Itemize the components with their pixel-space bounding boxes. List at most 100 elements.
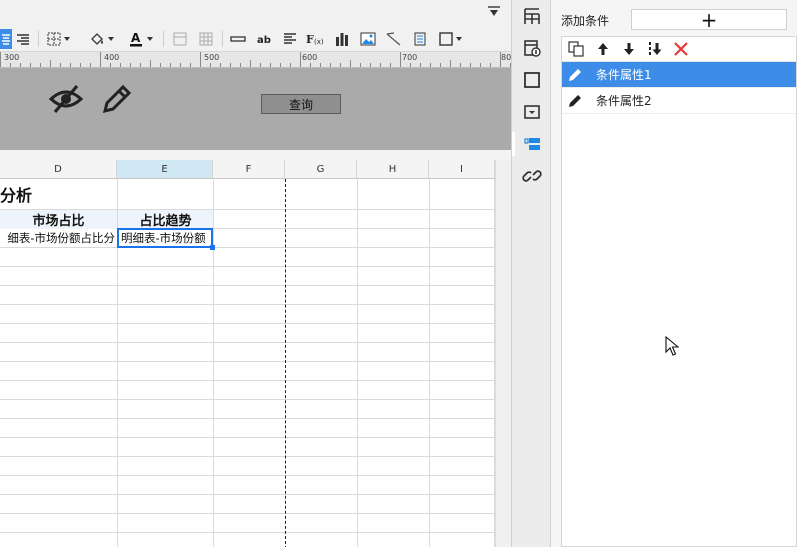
mouse-cursor-icon bbox=[665, 336, 679, 356]
ruler-tick bbox=[160, 63, 161, 67]
data-cell-d[interactable]: 细表-市场份额占比分 bbox=[0, 229, 117, 248]
grid-line bbox=[0, 399, 495, 400]
move-up-icon[interactable] bbox=[595, 41, 611, 57]
table-icon[interactable] bbox=[196, 29, 216, 49]
column-header-g[interactable]: G bbox=[285, 160, 357, 179]
ruler-tick bbox=[430, 63, 431, 67]
condition-attribute-panel: 添加条件 + 条件属性1 条件属性2 bbox=[551, 0, 797, 547]
delete-icon[interactable] bbox=[673, 41, 689, 57]
grid-line bbox=[429, 179, 430, 547]
ruler-tick bbox=[470, 63, 471, 67]
border-icon[interactable] bbox=[45, 29, 71, 49]
widget-attr-icon[interactable] bbox=[522, 38, 542, 58]
report-editor: A ab F (x) 300 400 500 600 700 80 查询 D E… bbox=[0, 0, 511, 547]
ruler-tick bbox=[40, 63, 41, 67]
edit-pencil-icon[interactable] bbox=[101, 83, 133, 115]
condition-item-label: 条件属性2 bbox=[596, 94, 652, 108]
font-color-icon[interactable]: A bbox=[124, 29, 156, 49]
collapse-toolbar-icon[interactable] bbox=[487, 6, 501, 20]
copy-icon[interactable] bbox=[568, 41, 584, 57]
header-cell-market-share[interactable]: 市场占比 bbox=[0, 210, 117, 229]
ruler-tick bbox=[320, 63, 321, 67]
align-center-icon[interactable] bbox=[0, 29, 12, 49]
ruler-mark: 80 bbox=[501, 53, 511, 62]
move-bottom-icon[interactable] bbox=[647, 41, 663, 57]
grid-line bbox=[0, 494, 495, 495]
ruler-tick bbox=[390, 63, 391, 67]
vertical-scrollbar[interactable] bbox=[495, 160, 511, 547]
frame-icon[interactable] bbox=[410, 29, 430, 49]
column-header-f[interactable]: F bbox=[213, 160, 285, 179]
link-icon[interactable] bbox=[522, 166, 542, 186]
ruler-tick bbox=[330, 63, 331, 67]
grid-line bbox=[0, 323, 495, 324]
ruler-tick bbox=[0, 52, 1, 67]
border-attr-icon[interactable] bbox=[522, 70, 542, 90]
condition-list-toolbar bbox=[562, 37, 796, 62]
grid-line bbox=[357, 179, 358, 547]
ruler-tick bbox=[500, 52, 501, 67]
ruler-tick bbox=[140, 63, 141, 67]
condition-item-2[interactable]: 条件属性2 bbox=[562, 88, 796, 114]
merge-cells-icon[interactable] bbox=[170, 29, 190, 49]
ruler-tick bbox=[70, 63, 71, 67]
condition-item-1[interactable]: 条件属性1 bbox=[562, 62, 796, 88]
slash-icon[interactable] bbox=[384, 29, 404, 49]
column-header-e[interactable]: E bbox=[117, 160, 213, 179]
ruler-tick bbox=[200, 52, 201, 67]
horizontal-ruler: 300 400 500 600 700 80 bbox=[0, 52, 511, 68]
column-header-d[interactable]: D bbox=[0, 160, 117, 179]
image-icon[interactable] bbox=[358, 29, 378, 49]
ruler-tick bbox=[230, 63, 231, 67]
top-bar bbox=[0, 0, 511, 26]
add-condition-label: 添加条件 bbox=[561, 14, 610, 28]
ruler-tick bbox=[30, 63, 31, 67]
ruler-tick bbox=[400, 52, 401, 67]
panel-divider bbox=[0, 150, 511, 160]
ruler-tick bbox=[370, 63, 371, 67]
fill-color-icon[interactable] bbox=[86, 29, 116, 49]
edit-pencil-icon[interactable] bbox=[567, 67, 583, 83]
cell-attr-icon[interactable] bbox=[522, 6, 542, 26]
spreadsheet-grid[interactable]: D E F G H I 分析 市场占比 占比趋势 细表-市场份额占比分 明细表-… bbox=[0, 160, 495, 547]
grid-line bbox=[0, 361, 495, 362]
ruler-tick bbox=[270, 63, 271, 67]
query-button[interactable]: 查询 bbox=[261, 94, 341, 114]
ruler-tick bbox=[100, 52, 101, 67]
parameter-panel: 查询 bbox=[0, 68, 511, 150]
move-down-icon[interactable] bbox=[621, 41, 637, 57]
condition-attr-icon[interactable] bbox=[522, 134, 542, 154]
border-style-icon[interactable] bbox=[436, 29, 464, 49]
hyperlink-panel-icon[interactable] bbox=[522, 102, 542, 122]
ruler-tick bbox=[490, 63, 491, 67]
toolbar-separator bbox=[222, 31, 223, 47]
grid-line bbox=[0, 532, 495, 533]
grid-line bbox=[0, 418, 495, 419]
grid-line bbox=[0, 475, 495, 476]
formula-icon[interactable]: F (x) bbox=[305, 29, 327, 49]
ruler-mark: 500 bbox=[204, 53, 220, 62]
ruler-tick bbox=[440, 63, 441, 67]
report-title-cell[interactable]: 分析 bbox=[0, 182, 32, 206]
header-cell-share-trend[interactable]: 占比趋势 bbox=[118, 210, 213, 229]
edit-pencil-icon[interactable] bbox=[567, 93, 583, 109]
ruler-tick bbox=[380, 63, 381, 67]
bar-chart-icon[interactable] bbox=[332, 29, 352, 49]
grid-line bbox=[213, 179, 214, 547]
text-ab-icon[interactable]: ab bbox=[254, 29, 274, 49]
format-toolbar: A ab F (x) bbox=[0, 26, 511, 52]
underline-icon[interactable] bbox=[228, 29, 248, 49]
align-right-icon[interactable] bbox=[14, 29, 32, 49]
fill-handle[interactable] bbox=[210, 245, 215, 250]
add-condition-button[interactable]: + bbox=[631, 9, 787, 30]
column-header-h[interactable]: H bbox=[357, 160, 429, 179]
ruler-tick bbox=[80, 63, 81, 67]
condition-item-label: 条件属性1 bbox=[596, 68, 652, 82]
align-left-icon[interactable] bbox=[280, 29, 300, 49]
ruler-tick bbox=[240, 63, 241, 67]
hide-eye-icon[interactable] bbox=[49, 84, 83, 114]
ruler-tick bbox=[300, 52, 301, 67]
column-header-i[interactable]: I bbox=[429, 160, 495, 179]
ruler-tick bbox=[20, 63, 21, 67]
ruler-tick bbox=[460, 63, 461, 67]
